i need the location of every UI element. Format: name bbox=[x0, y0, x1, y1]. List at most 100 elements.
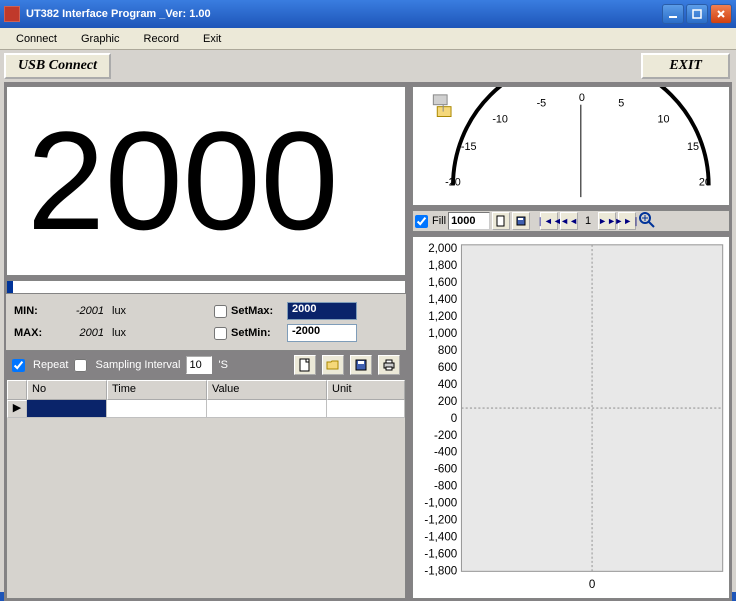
magnifier-icon bbox=[638, 211, 656, 229]
chart-toolbar: Fill ❘◄◄ ◄◄ 1 ►► ►►❘ bbox=[412, 210, 730, 232]
y-tick-label: 1,200 bbox=[428, 311, 457, 323]
fill-checkbox[interactable] bbox=[415, 215, 428, 228]
setmax-checkbox[interactable] bbox=[214, 305, 227, 318]
y-tick-label: 1,000 bbox=[428, 328, 457, 340]
app-logo bbox=[4, 6, 20, 22]
first-page-button[interactable]: ❘◄◄ bbox=[540, 212, 558, 230]
minmax-panel: MIN: -2001 lux MAX: 2001 lux SetMax: 200… bbox=[6, 294, 406, 351]
sampling-toolbar: Repeat Sampling Interval 'S bbox=[6, 351, 406, 379]
level-fill bbox=[7, 281, 13, 293]
repeat-checkbox[interactable] bbox=[12, 359, 25, 372]
gauge-tick: -5 bbox=[537, 98, 547, 110]
gauge-tick: 10 bbox=[658, 113, 670, 125]
y-tick-label: 0 bbox=[451, 413, 457, 425]
y-tick-label: -1,000 bbox=[424, 498, 457, 510]
grid-head-no[interactable]: No bbox=[27, 380, 107, 400]
y-tick-label: 1,800 bbox=[428, 260, 457, 272]
sampling-label: Sampling Interval bbox=[95, 359, 180, 371]
menu-exit[interactable]: Exit bbox=[191, 31, 233, 47]
sampling-checkbox[interactable] bbox=[74, 359, 87, 372]
open-file-button[interactable] bbox=[322, 355, 344, 375]
y-tick-label: 400 bbox=[438, 379, 457, 391]
setmin-label: SetMin: bbox=[231, 327, 287, 339]
window-title: UT382 Interface Program _Ver: 1.00 bbox=[26, 8, 660, 20]
menubar: Connect Graphic Record Exit bbox=[0, 28, 736, 50]
y-tick-label: -200 bbox=[434, 430, 457, 442]
chart-new-button[interactable] bbox=[492, 212, 510, 230]
cell-no bbox=[27, 400, 107, 418]
maximize-icon bbox=[692, 9, 702, 19]
gauge-tick: 20 bbox=[699, 176, 711, 188]
save-button[interactable] bbox=[350, 355, 372, 375]
grid-head-blank bbox=[7, 380, 27, 400]
grid-head-time[interactable]: Time bbox=[107, 380, 207, 400]
prev-page-button[interactable]: ◄◄ bbox=[560, 212, 578, 230]
min-unit: lux bbox=[112, 305, 126, 317]
folder-open-icon bbox=[326, 359, 340, 371]
setmin-checkbox[interactable] bbox=[214, 327, 227, 340]
save-icon bbox=[355, 359, 367, 371]
setmax-label: SetMax: bbox=[231, 305, 287, 317]
max-label: MAX: bbox=[14, 327, 54, 339]
y-tick-label: 800 bbox=[438, 345, 457, 357]
interval-input[interactable] bbox=[186, 356, 212, 374]
y-tick-label: 1,400 bbox=[428, 294, 457, 306]
last-page-button[interactable]: ►►❘ bbox=[618, 212, 636, 230]
print-button[interactable] bbox=[378, 355, 400, 375]
exit-button[interactable]: EXIT bbox=[641, 53, 730, 79]
gauge-tick: 15 bbox=[687, 141, 699, 153]
cell-value bbox=[207, 400, 327, 418]
titlebar: UT382 Interface Program _Ver: 1.00 bbox=[0, 0, 736, 28]
next-page-button[interactable]: ►► bbox=[598, 212, 616, 230]
y-tick-label: -1,600 bbox=[424, 549, 457, 561]
y-tick-label: -600 bbox=[434, 464, 457, 476]
printer-icon bbox=[382, 359, 396, 371]
grid-body bbox=[7, 418, 405, 598]
cell-time bbox=[107, 400, 207, 418]
reading-display: 2000 bbox=[6, 86, 406, 276]
data-grid: No Time Value Unit ▶ bbox=[6, 379, 406, 599]
minimize-button[interactable] bbox=[662, 4, 684, 24]
grid-head-unit[interactable]: Unit bbox=[327, 380, 405, 400]
page-number: 1 bbox=[580, 215, 596, 227]
max-value: 2001 bbox=[54, 327, 104, 339]
gauge-system-icon bbox=[433, 95, 451, 117]
setmax-input[interactable]: 2000 bbox=[287, 302, 357, 320]
fill-label: Fill bbox=[432, 215, 446, 227]
menu-graphic[interactable]: Graphic bbox=[69, 31, 132, 47]
close-icon bbox=[716, 9, 726, 19]
interval-unit: 'S bbox=[218, 359, 227, 371]
min-label: MIN: bbox=[14, 305, 54, 317]
new-file-icon bbox=[496, 215, 506, 227]
y-tick-labels: 2,0001,8001,6001,4001,2001,0008006004002… bbox=[424, 243, 457, 577]
zoom-button[interactable] bbox=[638, 211, 658, 231]
y-tick-label: 1,600 bbox=[428, 277, 457, 289]
cell-unit bbox=[327, 400, 405, 418]
y-tick-label: -1,400 bbox=[424, 532, 457, 544]
gauge-tick: 0 bbox=[579, 92, 585, 104]
grid-head-value[interactable]: Value bbox=[207, 380, 327, 400]
y-tick-label: -800 bbox=[434, 481, 457, 493]
grid-header: No Time Value Unit bbox=[7, 380, 405, 400]
new-file-button[interactable] bbox=[294, 355, 316, 375]
gauge-tick: -20 bbox=[445, 176, 461, 188]
menu-record[interactable]: Record bbox=[132, 31, 191, 47]
main-panel: 2000 MIN: -2001 lux MAX: 2001 lux bbox=[4, 82, 732, 601]
setmin-input[interactable]: -2000 bbox=[287, 324, 357, 342]
level-bar bbox=[6, 280, 406, 294]
usb-connect-button[interactable]: USB Connect bbox=[4, 53, 111, 79]
chart-count-input[interactable] bbox=[448, 212, 490, 230]
right-pane: -20 -15 -10 -5 0 5 10 15 20 Fill ❘◄ bbox=[412, 86, 730, 599]
table-row[interactable]: ▶ bbox=[7, 400, 405, 418]
menu-connect[interactable]: Connect bbox=[4, 31, 69, 47]
chart-save-button[interactable] bbox=[512, 212, 530, 230]
minimize-icon bbox=[668, 9, 678, 19]
max-unit: lux bbox=[112, 327, 126, 339]
chart-plot: 2,0001,8001,6001,4001,2001,0008006004002… bbox=[412, 236, 730, 599]
close-button[interactable] bbox=[710, 4, 732, 24]
y-tick-label: 200 bbox=[438, 396, 457, 408]
y-tick-label: -400 bbox=[434, 447, 457, 459]
chart-canvas: 2,0001,8001,6001,4001,2001,0008006004002… bbox=[413, 237, 729, 598]
maximize-button[interactable] bbox=[686, 4, 708, 24]
reading-value: 2000 bbox=[27, 111, 338, 251]
